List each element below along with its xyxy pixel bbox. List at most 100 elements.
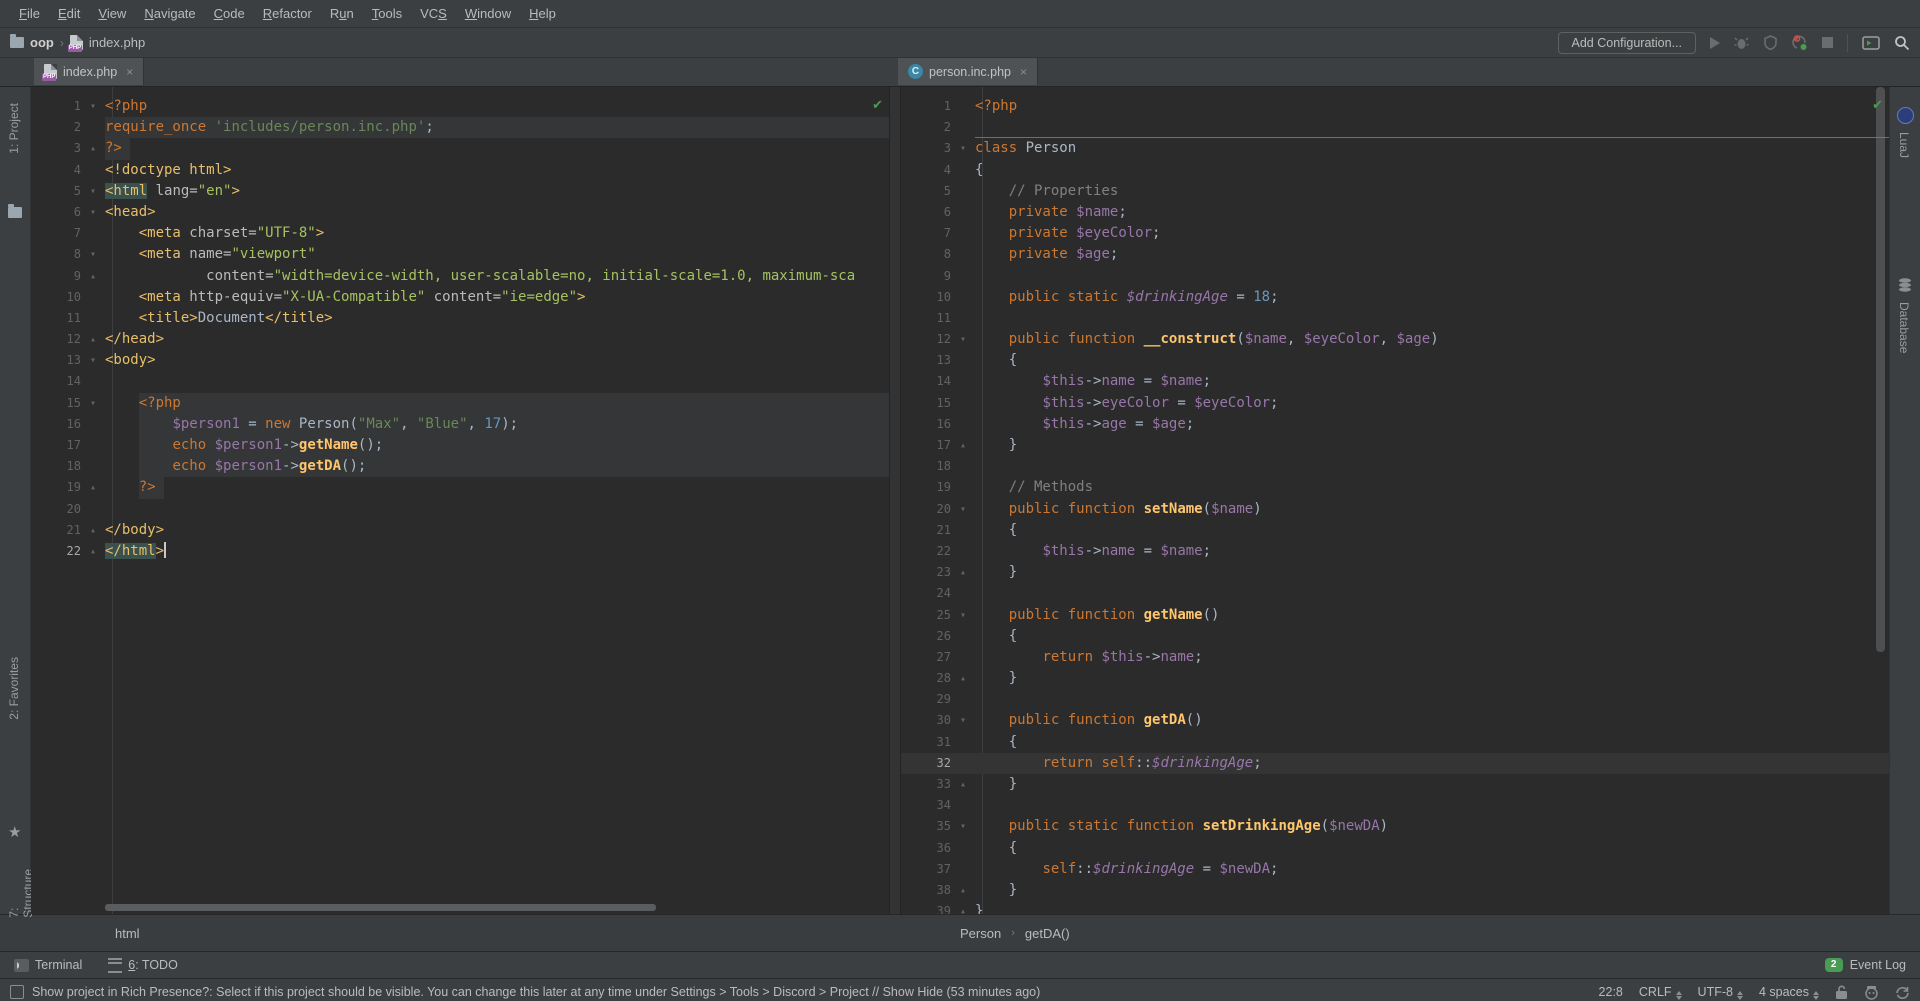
code-line-38[interactable]: 38▴ } [901, 880, 1889, 901]
fold-marker-icon[interactable]: ▾ [951, 329, 975, 350]
line-number[interactable]: 33 [901, 774, 951, 795]
code-text[interactable]: { [975, 732, 1889, 753]
line-number[interactable]: 20 [901, 499, 951, 520]
code-text[interactable] [975, 308, 1889, 329]
line-number[interactable]: 4 [31, 160, 81, 181]
line-number[interactable]: 9 [31, 266, 81, 287]
code-line-12[interactable]: 12▾ public function __construct($name, $… [901, 329, 1889, 350]
code-text[interactable]: public function getDA() [975, 710, 1889, 731]
update-status-icon[interactable] [1895, 985, 1910, 1000]
code-text[interactable]: $this->eyeColor = $eyeColor; [975, 393, 1889, 414]
code-text[interactable]: self::$drinkingAge = $newDA; [975, 859, 1889, 880]
code-text[interactable]: echo $person1->getDA(); [105, 456, 889, 477]
fold-marker-icon[interactable]: ▴ [81, 541, 105, 562]
menu-run[interactable]: Run [321, 6, 363, 21]
code-text[interactable]: public static function setDrinkingAge($n… [975, 816, 1889, 837]
code-line-14[interactable]: 14 [31, 371, 889, 392]
code-line-27[interactable]: 27 return $this->name; [901, 647, 1889, 668]
code-line-22[interactable]: 22▴</html> [31, 541, 889, 562]
code-text[interactable]: require_once 'includes/person.inc.php'; [105, 117, 889, 138]
fold-marker-icon[interactable]: ▴ [951, 774, 975, 795]
line-number[interactable]: 5 [901, 181, 951, 202]
code-line-22[interactable]: 22 $this->name = $name; [901, 541, 1889, 562]
code-line-29[interactable]: 29 [901, 689, 1889, 710]
code-line-12[interactable]: 12▴</head> [31, 329, 889, 350]
breadcrumb-item[interactable]: getDA() [1025, 926, 1070, 941]
fold-marker-icon[interactable]: ▾ [81, 350, 105, 371]
code-line-31[interactable]: 31 { [901, 732, 1889, 753]
code-line-5[interactable]: 5▾<html lang="en"> [31, 181, 889, 202]
code-line-10[interactable]: 10 <meta http-equiv="X-UA-Compatible" co… [31, 287, 889, 308]
fold-marker-icon[interactable]: ▴ [951, 435, 975, 456]
line-number[interactable]: 3 [31, 138, 81, 159]
code-line-20[interactable]: 20 [31, 499, 889, 520]
line-number[interactable]: 17 [901, 435, 951, 456]
line-number[interactable]: 8 [31, 244, 81, 265]
code-text[interactable]: private $name; [975, 202, 1889, 223]
code-text[interactable] [105, 499, 889, 520]
fold-marker-icon[interactable]: ▾ [81, 202, 105, 223]
line-number[interactable]: 7 [31, 223, 81, 244]
line-number[interactable]: 13 [901, 350, 951, 371]
line-number[interactable]: 8 [901, 244, 951, 265]
luaj-icon[interactable] [1897, 107, 1914, 124]
code-text[interactable]: <?php [105, 96, 889, 117]
menu-navigate[interactable]: Navigate [135, 6, 204, 21]
line-number[interactable]: 39 [901, 901, 951, 914]
code-line-5[interactable]: 5 // Properties [901, 181, 1889, 202]
readonly-lock-icon[interactable] [1835, 985, 1848, 1000]
close-icon[interactable]: × [1020, 65, 1027, 79]
code-text[interactable]: $this->name = $name; [975, 371, 1889, 392]
code-text[interactable]: } [975, 562, 1889, 583]
run-anything-icon[interactable] [1862, 36, 1880, 50]
line-number[interactable]: 17 [31, 435, 81, 456]
code-text[interactable]: } [975, 774, 1889, 795]
code-line-2[interactable]: 2 [901, 117, 1889, 138]
database-icon[interactable] [1897, 277, 1913, 293]
code-text[interactable]: <meta http-equiv="X-UA-Compatible" conte… [105, 287, 889, 308]
code-line-15[interactable]: 15 $this->eyeColor = $eyeColor; [901, 393, 1889, 414]
code-line-14[interactable]: 14 $this->name = $name; [901, 371, 1889, 392]
code-text[interactable] [975, 456, 1889, 477]
line-number[interactable]: 7 [901, 223, 951, 244]
line-number[interactable]: 22 [31, 541, 81, 562]
code-line-9[interactable]: 9▴ content="width=device-width, user-sca… [31, 266, 889, 287]
code-text[interactable]: { [975, 160, 1889, 181]
code-line-37[interactable]: 37 self::$drinkingAge = $newDA; [901, 859, 1889, 880]
code-text[interactable]: <meta name="viewport" [105, 244, 889, 265]
project-folder-icon[interactable] [8, 207, 22, 218]
fold-marker-icon[interactable]: ▴ [951, 562, 975, 583]
line-number[interactable]: 13 [31, 350, 81, 371]
fold-marker-icon[interactable]: ▾ [951, 499, 975, 520]
code-text[interactable]: { [975, 520, 1889, 541]
code-line-25[interactable]: 25▾ public function getName() [901, 605, 1889, 626]
menu-file[interactable]: File [10, 6, 49, 21]
code-text[interactable]: ?> [105, 477, 889, 498]
code-line-3[interactable]: 3▴?> [31, 138, 889, 159]
line-number[interactable]: 36 [901, 838, 951, 859]
run-icon[interactable] [1710, 37, 1720, 49]
fold-marker-icon[interactable]: ▾ [81, 96, 105, 117]
code-text[interactable]: return self::$drinkingAge; [975, 753, 1889, 774]
code-text[interactable]: <?php [105, 393, 889, 414]
line-number[interactable]: 32 [901, 753, 951, 774]
code-text[interactable]: </head> [105, 329, 889, 350]
code-line-13[interactable]: 13▾<body> [31, 350, 889, 371]
hector-inspector-icon[interactable] [1864, 985, 1879, 1000]
line-number[interactable]: 4 [901, 160, 951, 181]
fold-marker-icon[interactable]: ▾ [951, 710, 975, 731]
line-separator-widget[interactable]: CRLF [1639, 985, 1682, 1000]
code-text[interactable]: } [975, 435, 1889, 456]
code-line-34[interactable]: 34 [901, 795, 1889, 816]
code-line-6[interactable]: 6▾<head> [31, 202, 889, 223]
menu-tools[interactable]: Tools [363, 6, 411, 21]
line-number[interactable]: 12 [31, 329, 81, 350]
tool-button-database[interactable]: Database [1897, 302, 1911, 353]
line-number[interactable]: 1 [901, 96, 951, 117]
code-text[interactable] [975, 266, 1889, 287]
horizontal-scrollbar[interactable] [105, 904, 656, 911]
code-line-10[interactable]: 10 public static $drinkingAge = 18; [901, 287, 1889, 308]
indent-widget[interactable]: 4 spaces [1759, 985, 1819, 1000]
code-line-32[interactable]: 32 return self::$drinkingAge; [901, 753, 1889, 774]
code-text[interactable]: { [975, 838, 1889, 859]
